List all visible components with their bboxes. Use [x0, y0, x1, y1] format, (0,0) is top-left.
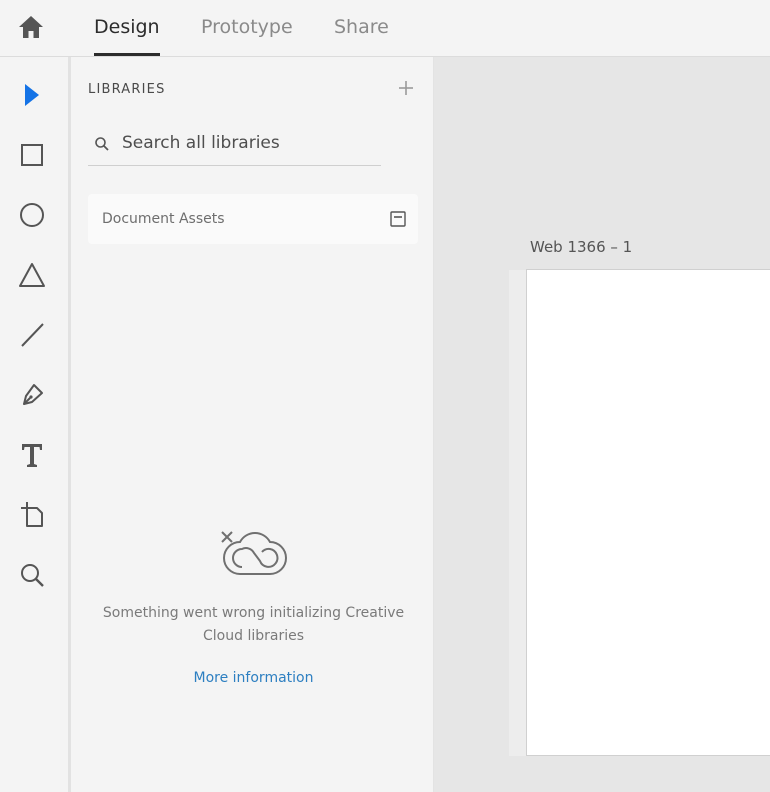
- error-message: Something went wrong initializing Creati…: [102, 605, 405, 644]
- tab-share[interactable]: Share: [334, 16, 389, 56]
- pen-icon: [23, 384, 43, 405]
- tab-design[interactable]: Design: [94, 16, 160, 56]
- home-icon[interactable]: [17, 14, 45, 40]
- polygon-tool[interactable]: [14, 257, 50, 293]
- document-icon[interactable]: [390, 211, 406, 227]
- zoom-tool[interactable]: [14, 557, 50, 593]
- artboard-shadow: [509, 270, 526, 756]
- rectangle-tool[interactable]: [14, 137, 50, 173]
- more-information-link[interactable]: More information: [81, 670, 426, 686]
- document-assets-item[interactable]: Document Assets: [88, 194, 418, 244]
- library-search: [88, 125, 381, 166]
- tab-prototype[interactable]: Prototype: [201, 16, 293, 56]
- pen-tool[interactable]: [14, 377, 50, 413]
- line-tool[interactable]: [14, 317, 50, 353]
- rectangle-icon: [21, 144, 43, 166]
- artboard-label[interactable]: Web 1366 – 1: [530, 238, 632, 256]
- top-bar: Design Prototype Share: [0, 0, 770, 57]
- artboard-tool[interactable]: [14, 497, 50, 533]
- text-icon: [22, 444, 42, 467]
- artboard-icon: [21, 502, 43, 527]
- select-icon: [25, 84, 39, 106]
- document-assets-label: Document Assets: [102, 211, 225, 227]
- search-icon: [95, 137, 109, 151]
- ellipse-tool[interactable]: [14, 197, 50, 233]
- zoom-icon: [21, 564, 44, 587]
- tools-toolbar: [0, 57, 71, 792]
- line-icon: [21, 323, 44, 347]
- libraries-panel: LIBRARIES Document Assets Something went…: [71, 57, 434, 792]
- search-input[interactable]: [122, 129, 372, 157]
- polygon-icon: [19, 263, 45, 287]
- ellipse-icon: [20, 203, 44, 227]
- text-tool[interactable]: [14, 437, 50, 473]
- add-library-plus-icon[interactable]: [397, 79, 415, 97]
- libraries-title: LIBRARIES: [88, 82, 166, 97]
- select-tool[interactable]: [14, 77, 50, 113]
- creative-cloud-error-icon: [221, 531, 287, 575]
- artboard[interactable]: [526, 269, 770, 756]
